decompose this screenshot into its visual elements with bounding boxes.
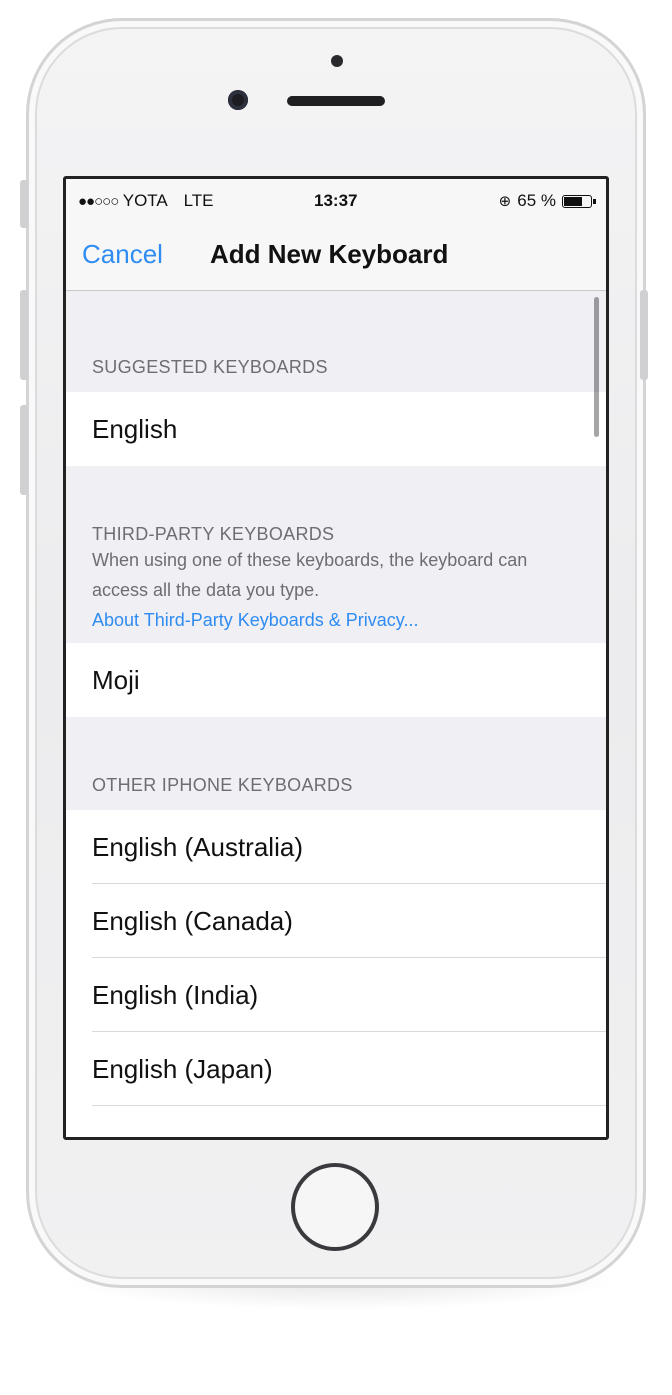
- scroll-indicator[interactable]: [594, 297, 599, 437]
- mute-switch: [20, 180, 28, 228]
- section-header-other: OTHER IPHONE KEYBOARDS: [92, 775, 353, 795]
- carrier-name: YOTA: [122, 191, 167, 210]
- signal-strength-icon: ●●○○○: [78, 193, 119, 210]
- list-item[interactable]: English (Canada): [66, 884, 606, 958]
- list-item[interactable]: English (Australia): [66, 810, 606, 884]
- volume-down-button: [20, 405, 28, 495]
- status-time: 13:37: [314, 191, 358, 210]
- volume-up-button: [20, 290, 28, 380]
- battery-icon: [562, 194, 596, 208]
- network-type: LTE: [183, 191, 214, 210]
- battery-percent: 65 %: [517, 191, 556, 210]
- navigation-bar: Cancel Add New Keyboard: [66, 223, 606, 291]
- status-bar: ●●○○○ YOTA LTE 13:37 ⊕ 65 %: [66, 179, 606, 223]
- section-header-suggested: SUGGESTED KEYBOARDS: [92, 357, 328, 377]
- power-button: [640, 290, 648, 380]
- status-right: ⊕ 65 %: [498, 191, 596, 211]
- list-item[interactable]: English: [66, 392, 606, 466]
- battery-level: [564, 196, 583, 206]
- page-title: Add New Keyboard: [210, 239, 449, 269]
- cancel-button[interactable]: Cancel: [82, 239, 163, 270]
- section-header-third-party: THIRD-PARTY KEYBOARDS: [92, 524, 335, 544]
- list-item[interactable]: English (India): [66, 958, 606, 1032]
- list-item[interactable]: English (Japan): [66, 1032, 606, 1106]
- proximity-sensor: [331, 55, 343, 67]
- keyboard-list[interactable]: SUGGESTED KEYBOARDS English THIRD-PARTY …: [66, 291, 606, 1137]
- orientation-lock-icon: ⊕: [498, 193, 512, 210]
- list-item[interactable]: Moji: [66, 643, 606, 717]
- carrier-info: ●●○○○ YOTA LTE: [78, 191, 213, 211]
- third-party-description: When using one of these keyboards, the k…: [92, 550, 528, 600]
- third-party-privacy-link[interactable]: About Third-Party Keyboards & Privacy...: [66, 605, 606, 635]
- front-camera: [228, 90, 248, 110]
- home-button[interactable]: [291, 1163, 379, 1251]
- earpiece-speaker: [287, 96, 385, 106]
- list-item-partial[interactable]: [66, 1106, 606, 1137]
- screen: ●●○○○ YOTA LTE 13:37 ⊕ 65 % Cancel Add N…: [63, 176, 609, 1140]
